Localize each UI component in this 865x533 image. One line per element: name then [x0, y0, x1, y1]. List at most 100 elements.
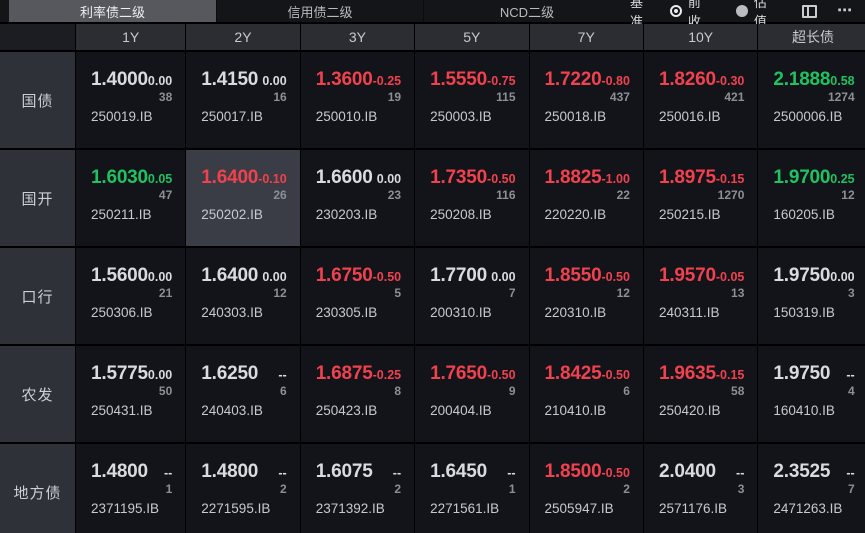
bond-cell-treasury-7y[interactable]: 1.7220 -0.80 437 250018.IB [529, 52, 643, 148]
bond-cell-exim-5y[interactable]: 1.7700 0.00 7 200310.IB [415, 248, 529, 344]
tab-0[interactable]: 利率债二级 [9, 0, 216, 22]
bond-cell-exim-ultra-long[interactable]: 1.9750 0.00 3 150319.IB [758, 248, 865, 344]
change-value: -0.25 [372, 368, 402, 382]
trade-count: 2 [394, 482, 402, 496]
trade-count: 1274 [827, 90, 855, 104]
change-value: -0.50 [601, 368, 630, 382]
change-value: -- [278, 466, 287, 480]
bond-cell-treasury-ultra-long[interactable]: 2.1888 0.58 1274 2500006.IB [758, 52, 865, 148]
yield-value: 1.5775 [91, 363, 148, 384]
bond-cell-treasury-1y[interactable]: 1.4000 0.00 38 250019.IB [76, 52, 186, 148]
tab-1[interactable]: 信用债二级 [216, 0, 423, 22]
yield-value: 1.4800 [201, 461, 259, 482]
bond-cell-cdb-2y[interactable]: 1.6400 -0.10 26 250202.IB [186, 150, 300, 246]
radio-unchecked-icon [735, 5, 748, 17]
tab-2[interactable]: NCD二级 [423, 0, 630, 22]
bond-cell-adbc-1y[interactable]: 1.5775 0.00 50 250431.IB [76, 346, 186, 442]
bond-cell-cdb-7y[interactable]: 1.8825 -1.00 22 220220.IB [529, 150, 643, 246]
trade-count: 1 [508, 482, 516, 496]
change-value: -0.75 [487, 74, 516, 88]
change-value: -- [507, 466, 516, 480]
bond-cell-exim-10y[interactable]: 1.9570 -0.05 13 240311.IB [643, 248, 758, 344]
trade-count: 421 [724, 90, 745, 104]
column-header-2y: 2Y [186, 24, 300, 50]
change-value: -0.15 [715, 368, 745, 382]
bond-cell-cdb-10y[interactable]: 1.8975 -0.15 1270 250215.IB [643, 150, 758, 246]
bond-cell-cdb-5y[interactable]: 1.7350 -0.50 116 250208.IB [415, 150, 529, 246]
bond-cell-local-gov-2y[interactable]: 1.4800 -- 2 2271595.IB [186, 444, 300, 533]
bond-code: 230203.IB [315, 207, 378, 222]
row-label-adbc: 农发 [0, 346, 75, 442]
more-icon[interactable]: ⋯ [833, 3, 857, 18]
trade-count: 12 [273, 286, 287, 300]
bond-cell-cdb-ultra-long[interactable]: 1.9700 0.25 12 160205.IB [758, 150, 865, 246]
bond-cell-adbc-7y[interactable]: 1.8425 -0.50 6 210410.IB [529, 346, 643, 442]
change-value: -- [278, 368, 287, 382]
trade-count: 6 [623, 384, 630, 398]
trade-count: 1 [165, 482, 173, 496]
bond-code: 2471263.IB [773, 501, 843, 516]
bond-code: 250208.IB [430, 207, 492, 222]
bond-cell-adbc-ultra-long[interactable]: 1.9750 -- 4 160410.IB [758, 346, 865, 442]
bond-cell-cdb-3y[interactable]: 1.6600 0.00 23 230203.IB [300, 150, 415, 246]
yield-value: 1.8825 [544, 167, 602, 188]
bond-code: 250010.IB [315, 109, 378, 124]
radio-checked-icon [669, 5, 682, 17]
trade-count: 5 [394, 286, 402, 300]
change-value: 0.00 [147, 270, 173, 284]
bond-cell-local-gov-3y[interactable]: 1.6075 -- 2 2371392.IB [300, 444, 415, 533]
change-value: -0.50 [487, 172, 516, 186]
yield-value: 1.4000 [91, 69, 148, 90]
bond-code: 2271561.IB [430, 501, 500, 516]
yield-value: 2.0400 [658, 461, 716, 482]
bond-cell-treasury-2y[interactable]: 1.4150 0.00 16 250017.IB [186, 52, 300, 148]
bond-cell-exim-2y[interactable]: 1.6400 0.00 12 240303.IB [186, 248, 300, 344]
bond-cell-treasury-3y[interactable]: 1.3600 -0.25 19 250010.IB [300, 52, 415, 148]
trade-count: 47 [158, 188, 173, 202]
column-header-10y: 10Y [643, 24, 758, 50]
trade-count: 115 [496, 90, 516, 104]
bond-cell-local-gov-7y[interactable]: 1.8500 -0.50 2 2505947.IB [529, 444, 643, 533]
bond-cell-adbc-10y[interactable]: 1.9635 -0.15 58 250420.IB [643, 346, 758, 442]
bond-cell-adbc-5y[interactable]: 1.7650 -0.50 9 200404.IB [415, 346, 529, 442]
row-label-exim: 口行 [0, 248, 75, 344]
trade-count: 7 [508, 286, 516, 300]
panel-layout-icon[interactable] [801, 4, 817, 18]
change-value: -1.00 [601, 172, 630, 186]
change-value: 0.05 [147, 172, 173, 186]
column-header-7y: 7Y [529, 24, 643, 50]
bond-code: 2505947.IB [544, 501, 614, 516]
bond-cell-adbc-3y[interactable]: 1.6875 -0.25 8 250423.IB [300, 346, 415, 442]
bond-cell-treasury-5y[interactable]: 1.5550 -0.75 115 250003.IB [415, 52, 529, 148]
yield-value: 1.6400 [201, 167, 259, 188]
bond-code: 160205.IB [773, 207, 835, 222]
trade-count: 21 [158, 286, 173, 300]
bond-cell-cdb-1y[interactable]: 1.6030 0.05 47 250211.IB [76, 150, 186, 246]
bond-cell-local-gov-10y[interactable]: 2.0400 -- 3 2571176.IB [643, 444, 758, 533]
yield-value: 2.3525 [773, 461, 831, 482]
bond-cell-exim-7y[interactable]: 1.8550 -0.50 12 220310.IB [529, 248, 643, 344]
bond-cell-exim-3y[interactable]: 1.6750 -0.50 5 230305.IB [300, 248, 415, 344]
bond-code: 220220.IB [544, 207, 607, 222]
trade-count: 4 [847, 384, 855, 398]
yield-value: 1.6450 [430, 461, 488, 482]
trade-count: 50 [158, 384, 173, 398]
yield-value: 1.4800 [91, 461, 148, 482]
bond-code: 2371195.IB [91, 501, 160, 516]
change-value: 0.00 [147, 368, 173, 382]
bond-code: 2500006.IB [773, 109, 843, 124]
change-value: -- [736, 466, 745, 480]
yield-value: 1.3600 [315, 69, 373, 90]
bond-cell-adbc-2y[interactable]: 1.6250 -- 6 240403.IB [186, 346, 300, 442]
bond-cell-treasury-10y[interactable]: 1.8260 -0.30 421 250016.IB [643, 52, 758, 148]
bond-code: 210410.IB [544, 403, 607, 418]
bond-cell-local-gov-5y[interactable]: 1.6450 -- 1 2271561.IB [415, 444, 529, 533]
bond-code: 2271595.IB [201, 501, 271, 516]
bond-cell-local-gov-ultra-long[interactable]: 2.3525 -- 7 2471263.IB [758, 444, 865, 533]
bond-cell-local-gov-1y[interactable]: 1.4800 -- 1 2371195.IB [76, 444, 186, 533]
yield-value: 1.6075 [315, 461, 373, 482]
bond-code: 230305.IB [315, 305, 378, 320]
change-value: -0.25 [372, 74, 402, 88]
bond-cell-exim-1y[interactable]: 1.5600 0.00 21 250306.IB [76, 248, 186, 344]
table-corner [0, 24, 75, 50]
